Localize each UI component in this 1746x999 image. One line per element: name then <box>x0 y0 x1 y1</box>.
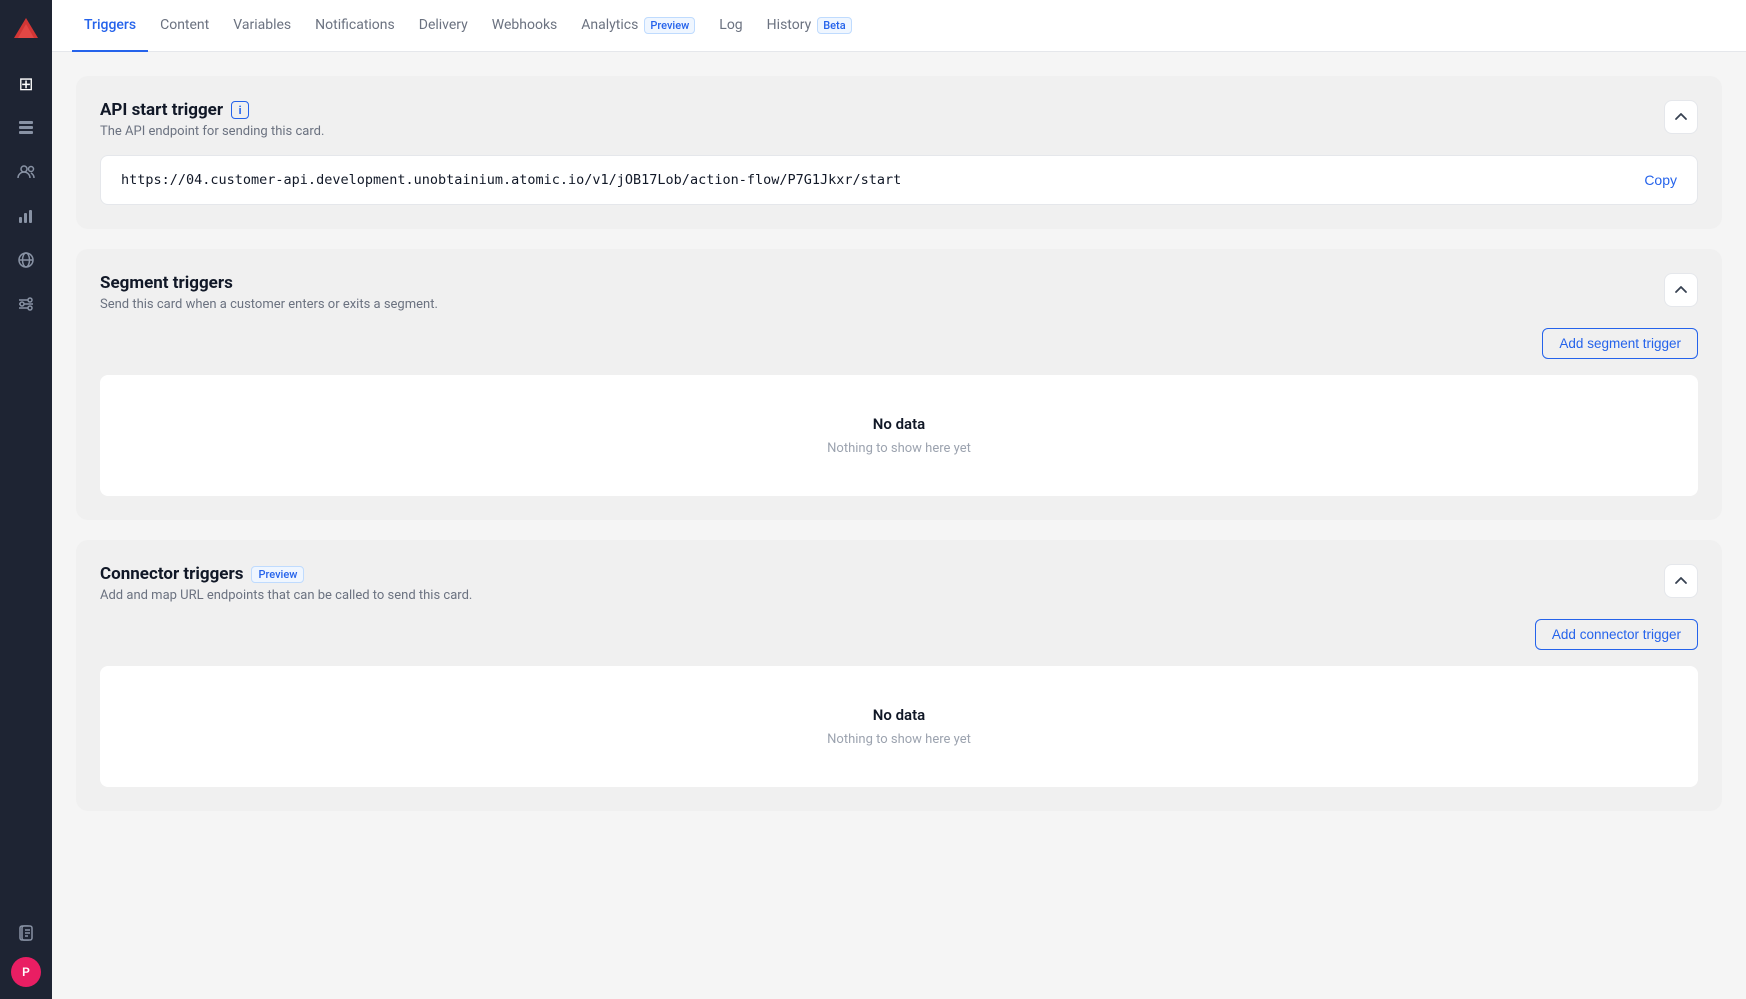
add-connector-trigger-button[interactable]: Add connector trigger <box>1535 619 1698 650</box>
connector-triggers-title-area: Connector triggers Preview Add and map U… <box>100 564 472 603</box>
copy-button[interactable]: Copy <box>1644 172 1677 188</box>
tab-triggers[interactable]: Triggers <box>72 0 148 52</box>
tab-variables[interactable]: Variables <box>221 0 303 52</box>
pages-icon[interactable] <box>6 913 46 953</box>
add-segment-trigger-button[interactable]: Add segment trigger <box>1542 328 1698 359</box>
connector-no-data-title: No data <box>873 706 925 724</box>
users-icon[interactable] <box>6 152 46 192</box>
api-url-text: https://04.customer-api.development.unob… <box>121 172 901 188</box>
connector-triggers-title: Connector triggers Preview <box>100 564 472 584</box>
segment-triggers-empty-box: No data Nothing to show here yet <box>100 375 1698 496</box>
segment-no-data-subtitle: Nothing to show here yet <box>827 441 971 456</box>
segment-no-data-title: No data <box>873 415 925 433</box>
globe-icon[interactable] <box>6 240 46 280</box>
segment-triggers-section: Segment triggers Send this card when a c… <box>76 249 1722 520</box>
api-trigger-subtitle: The API endpoint for sending this card. <box>100 124 324 139</box>
api-trigger-header: API start trigger i The API endpoint for… <box>100 100 1698 139</box>
tab-delivery[interactable]: Delivery <box>407 0 480 52</box>
logo[interactable] <box>8 12 44 48</box>
filter-icon[interactable] <box>6 284 46 324</box>
connector-triggers-subtitle: Add and map URL endpoints that can be ca… <box>100 588 472 603</box>
segment-triggers-collapse-button[interactable] <box>1664 273 1698 307</box>
segment-triggers-title-area: Segment triggers Send this card when a c… <box>100 273 438 312</box>
connector-triggers-empty-box: No data Nothing to show here yet <box>100 666 1698 787</box>
tab-log[interactable]: Log <box>707 0 754 52</box>
segment-triggers-subtitle: Send this card when a customer enters or… <box>100 297 438 312</box>
connector-triggers-collapse-button[interactable] <box>1664 564 1698 598</box>
api-trigger-collapse-button[interactable] <box>1664 100 1698 134</box>
top-nav: Triggers Content Variables Notifications… <box>52 0 1746 52</box>
user-avatar[interactable]: P <box>11 957 41 987</box>
card-icon[interactable] <box>6 108 46 148</box>
tab-analytics[interactable]: Analytics Preview <box>569 0 707 52</box>
content-area: API start trigger i The API endpoint for… <box>52 52 1746 999</box>
history-beta-badge: Beta <box>817 17 851 34</box>
chart-icon[interactable] <box>6 196 46 236</box>
sidebar: ⊞ <box>0 0 52 999</box>
api-trigger-title: API start trigger i <box>100 100 324 120</box>
connector-trigger-actions: Add connector trigger <box>100 619 1698 650</box>
segment-triggers-header: Segment triggers Send this card when a c… <box>100 273 1698 312</box>
api-trigger-title-area: API start trigger i The API endpoint for… <box>100 100 324 139</box>
tab-notifications[interactable]: Notifications <box>303 0 407 52</box>
segment-triggers-title: Segment triggers <box>100 273 438 293</box>
grid-icon[interactable]: ⊞ <box>6 64 46 104</box>
api-url-box: https://04.customer-api.development.unob… <box>100 155 1698 205</box>
connector-triggers-section: Connector triggers Preview Add and map U… <box>76 540 1722 811</box>
info-icon[interactable]: i <box>231 101 249 119</box>
main-content: Triggers Content Variables Notifications… <box>52 0 1746 999</box>
tab-content[interactable]: Content <box>148 0 221 52</box>
api-trigger-section: API start trigger i The API endpoint for… <box>76 76 1722 229</box>
segment-trigger-actions: Add segment trigger <box>100 328 1698 359</box>
analytics-preview-badge: Preview <box>644 17 695 34</box>
tab-webhooks[interactable]: Webhooks <box>480 0 570 52</box>
tab-history[interactable]: History Beta <box>755 0 864 52</box>
connector-no-data-subtitle: Nothing to show here yet <box>827 732 971 747</box>
connector-triggers-header: Connector triggers Preview Add and map U… <box>100 564 1698 603</box>
sidebar-bottom: P <box>6 913 46 987</box>
connector-preview-badge: Preview <box>251 566 304 583</box>
